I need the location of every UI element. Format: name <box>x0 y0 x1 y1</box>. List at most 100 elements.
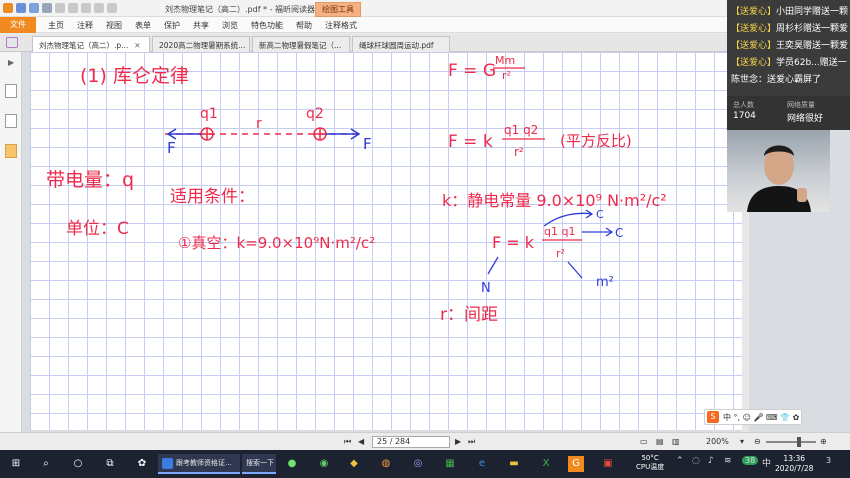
tray-expand-icon[interactable]: ⌃ <box>676 456 684 466</box>
force-formula-2: F = k <box>492 233 535 252</box>
next-page-icon[interactable]: ▶ <box>455 437 461 446</box>
last-page-icon[interactable]: ⏭ <box>468 437 475 447</box>
pinwheel-app-icon[interactable]: ✿ <box>134 456 150 472</box>
zoom-in-icon[interactable]: ⊕ <box>820 437 827 446</box>
document-tab-1[interactable]: 刘杰物理笔记（高二）.p... ✕ <box>32 36 150 52</box>
single-page-view-icon[interactable]: ▭ <box>640 437 648 446</box>
gravity-denominator: r² <box>502 69 511 82</box>
continuous-view-icon[interactable]: ▤ <box>656 437 664 446</box>
document-view[interactable]: (1) 库仑定律 q1 q2 r F F 带电量：q 单位：C 适用条件： ①真… <box>22 52 850 432</box>
menu-item-comment-format[interactable]: 注释格式 <box>325 20 357 31</box>
tab-label: 绳球杆球圆周运动.pdf <box>359 41 434 50</box>
undo-icon[interactable] <box>94 3 104 13</box>
network-icon[interactable]: ◌ <box>692 456 700 466</box>
print-icon[interactable] <box>42 3 52 13</box>
windows-start-icon[interactable]: ⊞ <box>8 456 24 472</box>
chrome-icon[interactable]: ◍ <box>378 456 394 472</box>
menu-item-view[interactable]: 视图 <box>106 20 122 31</box>
layers-icon[interactable] <box>5 114 17 128</box>
zoom-tool-icon[interactable] <box>81 3 91 13</box>
menu-item-features[interactable]: 特色功能 <box>251 20 283 31</box>
charge-unit: 单位：C <box>66 219 129 239</box>
taskbar-task-search[interactable]: 搜索一下 <box>242 454 276 474</box>
open-icon[interactable] <box>16 3 26 13</box>
wifi-icon[interactable]: ≋ <box>724 456 732 466</box>
select-tool-icon[interactable] <box>68 3 78 13</box>
pages-thumbnail-icon[interactable] <box>5 84 17 98</box>
gravity-numerator: Mm <box>495 54 515 67</box>
ime-toolbar[interactable]: S 中 °, ☺ 🎤 ⌨ 👕 ✿ <box>704 409 802 425</box>
network-status: 网络很好 <box>787 114 824 124</box>
app-icon[interactable]: ◎ <box>410 456 426 472</box>
facing-view-icon[interactable]: ▥ <box>672 437 680 446</box>
cpu-temperature: 50°C CPU温度 <box>636 454 665 471</box>
page-number-input[interactable]: 25 / 284 <box>372 436 450 448</box>
tray-badge[interactable]: 38 <box>742 456 759 465</box>
edge-icon[interactable]: e <box>474 456 490 472</box>
excel-icon[interactable]: X <box>538 456 554 472</box>
volume-icon[interactable]: ♪ <box>708 456 714 466</box>
search-icon[interactable]: ⌕ <box>38 456 54 472</box>
chat-message: 【送爱心】王奕昊赠送一颗爱 <box>731 41 849 51</box>
note-title: (1) 库仑定律 <box>80 65 189 87</box>
document-tab-4[interactable]: 绳球杆球圆周运动.pdf <box>352 36 450 52</box>
label-q1: q1 <box>200 106 218 122</box>
task-view-icon[interactable]: ⧉ <box>102 456 118 472</box>
presentation-icon[interactable]: ▣ <box>600 456 616 472</box>
status-bar: ⏮ ◀ 25 / 284 ▶ ⏭ ▭ ▤ ▥ 200% ▾ ⊖ ⊕ <box>0 432 850 450</box>
conditions-heading: 适用条件： <box>170 187 255 207</box>
cortana-icon[interactable]: ○ <box>70 456 86 472</box>
tab-label: 刘杰物理笔记（高二）.p... <box>39 41 129 50</box>
taskbar-task-browser[interactable]: 跟考教师资格证... <box>158 454 240 474</box>
menu-item-help[interactable]: 帮助 <box>296 20 312 31</box>
close-tab-icon[interactable]: ✕ <box>134 41 140 50</box>
previous-page-icon[interactable]: ◀ <box>358 437 364 446</box>
redo-icon[interactable] <box>107 3 117 13</box>
zoom-slider-handle[interactable] <box>797 437 801 447</box>
notification-count[interactable]: 3 <box>826 456 831 465</box>
first-page-icon[interactable]: ⏮ <box>344 437 351 447</box>
unit-C-1: C <box>596 208 604 221</box>
menu-item-browse[interactable]: 浏览 <box>222 20 238 31</box>
vacuum-condition: ①真空：k=9.0×10⁹N·m²/c² <box>178 234 375 252</box>
webcam-person <box>747 145 811 212</box>
start-page-icon[interactable] <box>6 37 18 48</box>
inverse-square-note: (平方反比) <box>560 132 632 150</box>
save-icon[interactable] <box>29 3 39 13</box>
menu-item-home[interactable]: 主页 <box>48 20 64 31</box>
unit-m2: m² <box>596 275 614 290</box>
comments-icon[interactable] <box>5 144 17 158</box>
menu-item-protect[interactable]: 保护 <box>164 20 180 31</box>
tab-label: 新高二物理暑假笔记（... <box>259 41 342 50</box>
context-tab-drawing-tools[interactable]: 绘图工具 <box>315 2 361 17</box>
zoom-out-icon[interactable]: ⊖ <box>754 437 761 446</box>
charge-quantity: 带电量：q <box>46 169 134 191</box>
zoom-slider[interactable] <box>766 441 816 443</box>
window-title: 刘杰物理笔记（高二）.pdf * - 福昕阅读器 <box>165 5 316 14</box>
wechat-icon[interactable]: ● <box>284 456 300 472</box>
menu-item-form[interactable]: 表单 <box>135 20 151 31</box>
sogou-logo-icon: S <box>707 411 719 423</box>
system-clock[interactable]: 13:36 2020/7/28 <box>775 454 813 474</box>
zoom-level[interactable]: 200% <box>706 437 729 446</box>
file-menu-button[interactable]: 文件 <box>0 17 36 33</box>
label-F-right: F <box>363 135 372 153</box>
qq-icon[interactable]: ◆ <box>346 456 362 472</box>
menu-item-share[interactable]: 共享 <box>193 20 209 31</box>
foxit-reader-icon[interactable]: G <box>568 456 584 472</box>
windows-taskbar: ⊞ ⌕ ○ ⧉ ✿ 跟考教师资格证... 搜索一下 ● ◉ ◆ ◍ ◎ ▦ e … <box>0 450 850 478</box>
network-label: 网络质量 <box>787 101 815 109</box>
ime-tools[interactable]: 中 °, ☺ 🎤 ⌨ 👕 ✿ <box>723 412 799 423</box>
chat-message: 【送爱心】学员62b...赠送一 <box>731 58 847 68</box>
green-app-icon[interactable]: ◉ <box>316 456 332 472</box>
menu-item-comment[interactable]: 注释 <box>77 20 93 31</box>
spreadsheet-icon[interactable]: ▦ <box>442 456 458 472</box>
expand-pane-icon[interactable]: ▶ <box>8 58 14 67</box>
document-tab-3[interactable]: 新高二物理暑假笔记（... <box>252 36 350 52</box>
document-tab-2[interactable]: 2020高二物理暑期系统... <box>152 36 250 52</box>
document-tab-bar: 刘杰物理笔记（高二）.p... ✕ 2020高二物理暑期系统... 新高二物理暑假… <box>0 34 850 52</box>
zoom-dropdown-icon[interactable]: ▾ <box>740 437 744 446</box>
language-icon[interactable]: 中 <box>762 456 771 469</box>
hand-tool-icon[interactable] <box>55 3 65 13</box>
folder-icon[interactable]: ▬ <box>506 456 522 472</box>
